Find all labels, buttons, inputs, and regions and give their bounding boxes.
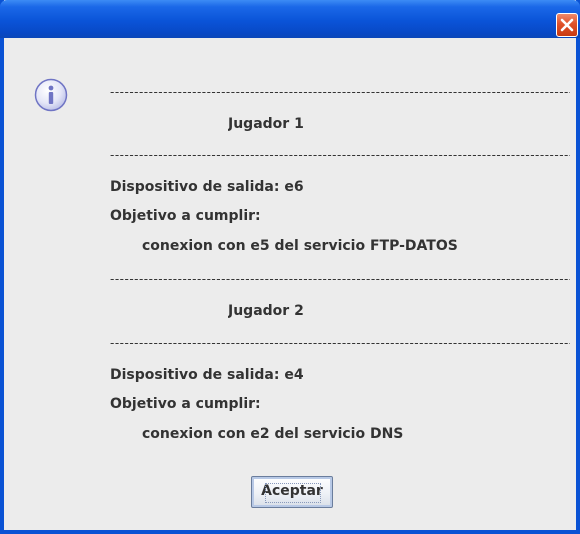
close-icon	[560, 18, 574, 32]
close-button[interactable]	[556, 13, 578, 37]
player1-output-device: Dispositivo de salida: e6	[110, 179, 304, 195]
dialog-window: ----------------------------------------…	[0, 0, 580, 534]
separator-line: ----------------------------------------…	[110, 85, 570, 99]
separator-line: ----------------------------------------…	[110, 272, 570, 286]
focus-ring	[265, 483, 321, 503]
player1-title: Jugador 1	[228, 116, 304, 132]
player2-objective-label: Objetivo a cumplir:	[110, 396, 261, 412]
separator-line: ----------------------------------------…	[110, 336, 570, 350]
info-icon	[34, 78, 68, 116]
dialog-content: ----------------------------------------…	[4, 38, 576, 530]
accept-button[interactable]: Aceptar	[251, 476, 333, 508]
title-bar[interactable]	[0, 0, 580, 38]
player1-objective-label: Objetivo a cumplir:	[110, 208, 261, 224]
player1-objective: conexion con e5 del servicio FTP-DATOS	[142, 238, 458, 254]
player2-output-device: Dispositivo de salida: e4	[110, 367, 304, 383]
separator-line: ----------------------------------------…	[110, 148, 570, 162]
player2-objective: conexion con e2 del servicio DNS	[142, 426, 404, 442]
player2-title: Jugador 2	[228, 303, 304, 319]
